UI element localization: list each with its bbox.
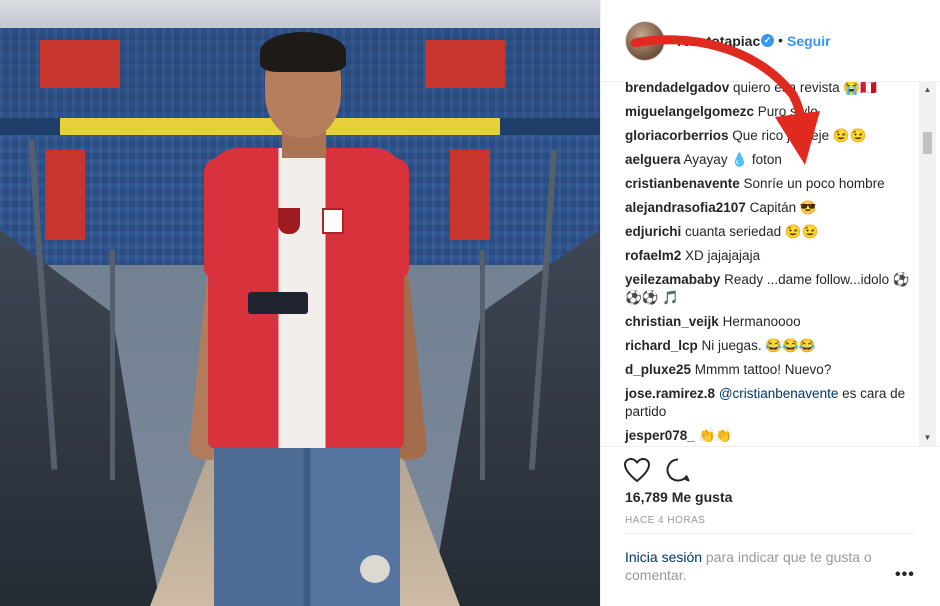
header-separator: • [778,32,783,48]
comment-username[interactable]: aelguera [625,152,681,167]
post-photo[interactable] [0,0,600,606]
comment-bubble-icon [666,458,690,482]
comment-item: brendadelgadov quiero esa revista 😭🇵🇪 [625,82,915,97]
like-button[interactable] [623,457,651,483]
comment-text: XD jajajajaja [681,248,761,263]
comment-text: Hermanoooo [718,314,801,329]
stadium-red-section [450,150,490,240]
comment-text: quiero esa revista 😭🇵🇪 [729,82,877,95]
comment-username[interactable]: edjurichi [625,224,681,239]
comment-username[interactable]: jose.ramirez.8 [625,386,715,401]
comment-text: Mmmm tattoo! Nuevo? [691,362,832,377]
comment-item: edjurichi cuanta seriedad 😉😉 [625,223,915,241]
comment-username[interactable]: richard_lcp [625,338,698,353]
comment-username[interactable]: cristianbenavente [625,176,740,191]
comment-item: d_pluxe25 Mmmm tattoo! Nuevo? [625,361,915,379]
post-header: renatotapiac ✓ • Seguir [601,0,940,82]
jersey-sponsor [248,292,308,314]
comment-item: jesper078_ 👏👏 [625,427,915,445]
comment-text: Sonríe un poco hombre [739,176,885,191]
more-options-icon[interactable]: ••• [895,566,915,584]
comments-scrollbar[interactable]: ▲ ▼ [919,82,936,446]
post-side-panel: renatotapiac ✓ • Seguir brendadelgadov q… [600,0,940,606]
comment-text: 👏👏 [694,428,733,443]
comment-mention-link[interactable]: @cristianbenavente [715,386,839,401]
comment-username[interactable]: christian_veijk [625,314,719,329]
heart-icon [623,457,651,483]
comment-text: Capitán 😎 [745,200,817,215]
handrail [110,250,115,480]
avatar[interactable] [625,21,665,61]
username-link[interactable]: renatotapiac [677,33,760,49]
club-crest [278,208,300,234]
scroll-up-arrow-icon[interactable]: ▲ [919,82,936,98]
verified-badge-icon: ✓ [761,34,774,47]
comments-list[interactable]: brendadelgadov quiero esa revista 😭🇵🇪 mi… [601,82,940,446]
follow-button[interactable]: Seguir [787,33,831,49]
jersey-sleeve-right [375,158,409,278]
comment-item: richard_lcp Ni juegas. 😂😂😂 [625,337,915,355]
player-figure [170,30,440,606]
comment-item: jose.ramirez.8 @cristianbenavente es car… [625,385,915,421]
comment-username[interactable]: jesper078_ [625,428,695,443]
comment-item: aelguera Ayayay 💧 foton [625,151,915,169]
comment-text: Que rico jejejeje 😉😉 [728,128,867,143]
likes-count[interactable]: 16,789 Me gusta [625,489,732,505]
comment-username[interactable]: gloriacorberrios [625,128,729,143]
comment-text: cuanta seriedad 😉😉 [681,224,819,239]
comment-text: Ni juegas. 😂😂😂 [697,338,816,353]
comment-button[interactable] [665,457,691,483]
comment-item: miguelangelgomezc Puro stylo [625,103,915,121]
scroll-down-arrow-icon[interactable]: ▼ [919,430,936,446]
comment-username[interactable]: rofaelm2 [625,248,681,263]
tunnel-wall-left [0,230,160,606]
stadium-red-section [40,40,120,88]
scrollbar-thumb[interactable] [923,132,932,154]
comment-item: rofaelm2 XD jajajajaja [625,247,915,265]
comment-item: alejandrasofia2107 Capitán 😎 [625,199,915,217]
post-actions: 16,789 Me gusta HACE 4 HORAS Inicia sesi… [601,446,940,583]
comment-text: Puro stylo [754,104,818,119]
post-timestamp[interactable]: HACE 4 HORAS [625,515,705,526]
comment-text: Ayayay 💧 foton [680,152,782,167]
comment-username[interactable]: alejandrasofia2107 [625,200,746,215]
comment-item: christian_veijk Hermanoooo [625,313,915,331]
login-prompt: Inicia sesión para indicar que te gusta … [625,533,915,584]
stadium-red-section [45,150,85,240]
comment-item: yeilezamababy Ready ...dame follow...ido… [625,271,915,307]
comment-username[interactable]: miguelangelgomezc [625,104,754,119]
comment-username[interactable]: d_pluxe25 [625,362,691,377]
login-link[interactable]: Inicia sesión [625,549,702,565]
tunnel-wall-right [430,230,600,606]
handrail [480,250,485,480]
comment-item: gloriacorberrios Que rico jejejeje 😉😉 [625,127,915,145]
jeans-tear [360,555,390,583]
country-crest [322,208,344,234]
jersey-sleeve-left [204,158,238,278]
comment-item: cristianbenavente Sonríe un poco hombre [625,175,915,193]
comment-username[interactable]: yeilezamababy [625,272,720,287]
comment-username[interactable]: brendadelgadov [625,82,729,95]
player-hair [260,32,346,72]
